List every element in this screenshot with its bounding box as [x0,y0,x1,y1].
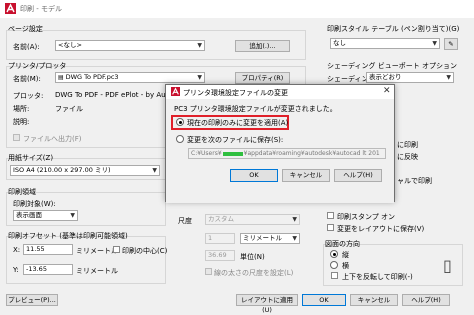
apply-current-only-label: 現在の印刷のみに変更を適用(A) [187,119,289,127]
footer-help-button[interactable]: ヘルプ(H) [402,294,450,306]
shaded-combo[interactable]: 表示どおり ▼ [366,72,454,83]
plot-stamp-label: 印刷スタンプ オン [337,213,396,221]
chevron-down-icon: ▼ [197,42,202,49]
orientation-group-title: 図面の方向 [325,240,360,248]
shaded-group-title: シェーディング ビューポート オプション [327,62,457,70]
page-setup-name-label: 名前(A): [13,43,40,51]
edit-pencil-icon: ✎ [448,40,454,48]
option-label-1: に印刷 [397,141,418,149]
dialog-body: PC3 プリンタ環境設定ファイルが変更されました。 現在の印刷のみに変更を適用(… [166,99,394,203]
apply-current-only-radio[interactable] [176,118,184,126]
scale-unit-combo[interactable]: ミリメートル ▼ [240,233,300,244]
upside-down-checkbox[interactable] [331,272,338,279]
chevron-down-icon: ▼ [292,216,297,223]
paper-size-group-title: 用紙サイズ(Z) [8,154,54,162]
plot-to-file-label: ファイルへ出力(F) [23,135,82,143]
location-value: ファイル [55,105,83,113]
drawing-units-label: 単位(N) [240,253,265,261]
printer-properties-button[interactable]: プロパティ(R) [235,72,290,84]
plot-what-combo[interactable]: 表示画面 ▼ [13,210,78,221]
save-to-file-radio[interactable] [176,135,184,143]
upside-down-label: 上下を反転して印刷(-) [342,273,413,281]
autocad-app-icon [171,87,180,96]
offset-y-unit: ミリメートル [76,267,118,275]
offset-y-input[interactable]: -13.65 [23,264,73,275]
plot-offset-group-title: 印刷オフセット (基準は印刷可能領域) [8,232,128,240]
page-orientation-icon: ▯ [443,256,452,275]
style-table-edit-button[interactable]: ✎ [444,38,458,50]
scale-unit-count-input[interactable]: 1 [205,233,235,244]
page-setup-name-combo[interactable]: <なし> ▼ [55,40,205,51]
dialog-help-button[interactable]: ヘルプ(H) [334,169,382,182]
dialog-message: PC3 プリンタ環境設定ファイルが変更されました。 [174,105,337,113]
drawing-units-input[interactable]: 36.69 [205,250,235,261]
autocad-app-icon [5,3,16,14]
orientation-landscape-radio[interactable] [330,261,338,269]
offset-x-input[interactable]: 11.55 [23,244,73,255]
chevron-down-icon: ▼ [446,74,451,81]
plot-what-label: 印刷対象(W): [13,200,56,208]
printer-config-change-dialog: プリンタ環境設定ファイルの変更 ✕ PC3 プリンタ環境設定ファイルが変更されま… [165,84,395,203]
plotter-label: プロッタ: [13,92,44,100]
paper-size-combo[interactable]: ISO A4 (210.00 x 297.00 ミリ) ▼ [10,165,160,176]
orientation-portrait-radio[interactable] [330,250,338,258]
plot-area-group-title: 印刷領域 [8,188,36,196]
redacted-username-bar [222,151,243,156]
page-setup-group-title: ページ設定 [8,25,43,33]
chevron-down-icon: ▼ [292,235,297,242]
pdf-plotter-icon: ▤ [58,74,66,81]
chevron-down-icon: ▼ [70,212,75,219]
save-path-field[interactable]: C:¥Users¥ ¥appdata¥roaming¥autodesk¥autoc… [188,148,386,159]
printer-name-combo[interactable]: ▤ DWG To PDF.pc3 ▼ [55,72,205,83]
save-to-file-label: 変更を次のファイルに保存(S): [187,136,284,144]
location-label: 場所: [13,105,30,113]
printer-group-title: プリンタ/プロッタ [8,62,67,70]
window-titlebar: 印刷 - モデル [0,0,474,18]
page-setup-add-button[interactable]: 追加(.)... [235,40,290,52]
option-label-3: ャルで印刷 [397,177,432,185]
offset-x-label: X: [13,246,21,254]
scale-label: 尺度 [178,217,192,225]
footer-cancel-button[interactable]: キャンセル [350,294,398,306]
apply-layout-button[interactable]: レイアウトに適用(U) [236,294,298,314]
orientation-landscape-label: 横 [342,262,349,270]
offset-y-label: Y: [13,266,19,274]
printer-name-label: 名前(M): [13,75,41,83]
center-plot-checkbox[interactable] [113,246,120,253]
scale-combo[interactable]: カスタム ▼ [205,214,300,225]
footer-ok-button[interactable]: OK [302,294,346,306]
orientation-portrait-label: 縦 [342,251,349,259]
preview-button[interactable]: プレビュー(P)... [6,294,58,306]
scale-lineweights-checkbox[interactable] [205,268,212,275]
plot-to-file-checkbox[interactable] [13,134,20,141]
plot-stamp-checkbox[interactable] [327,212,334,219]
chevron-down-icon: ▼ [197,74,202,81]
style-table-group-title: 印刷スタイル テーブル (ペン割り当て)(G) [327,25,460,33]
chevron-down-icon: ▼ [432,40,437,47]
offset-x-unit: ミリメートル [76,247,118,255]
dialog-ok-button[interactable]: OK [230,169,278,182]
description-label: 説明: [13,118,30,126]
option-label-2: に反映 [397,153,418,161]
save-changes-label: 変更をレイアウトに保存(V) [337,225,425,233]
window-title: 印刷 - モデル [20,5,62,13]
close-icon[interactable]: ✕ [383,86,391,96]
save-changes-checkbox[interactable] [327,224,334,231]
center-plot-label: 印刷の中心(C) [122,247,168,255]
chevron-down-icon: ▼ [152,167,157,174]
dialog-title: プリンタ環境設定ファイルの変更 [183,89,288,97]
dialog-cancel-button[interactable]: キャンセル [282,169,330,182]
scale-lineweights-label: 線の太さの尺度を設定(L) [214,269,294,277]
dialog-titlebar: プリンタ環境設定ファイルの変更 ✕ [166,85,394,99]
style-table-combo[interactable]: なし ▼ [330,38,440,49]
